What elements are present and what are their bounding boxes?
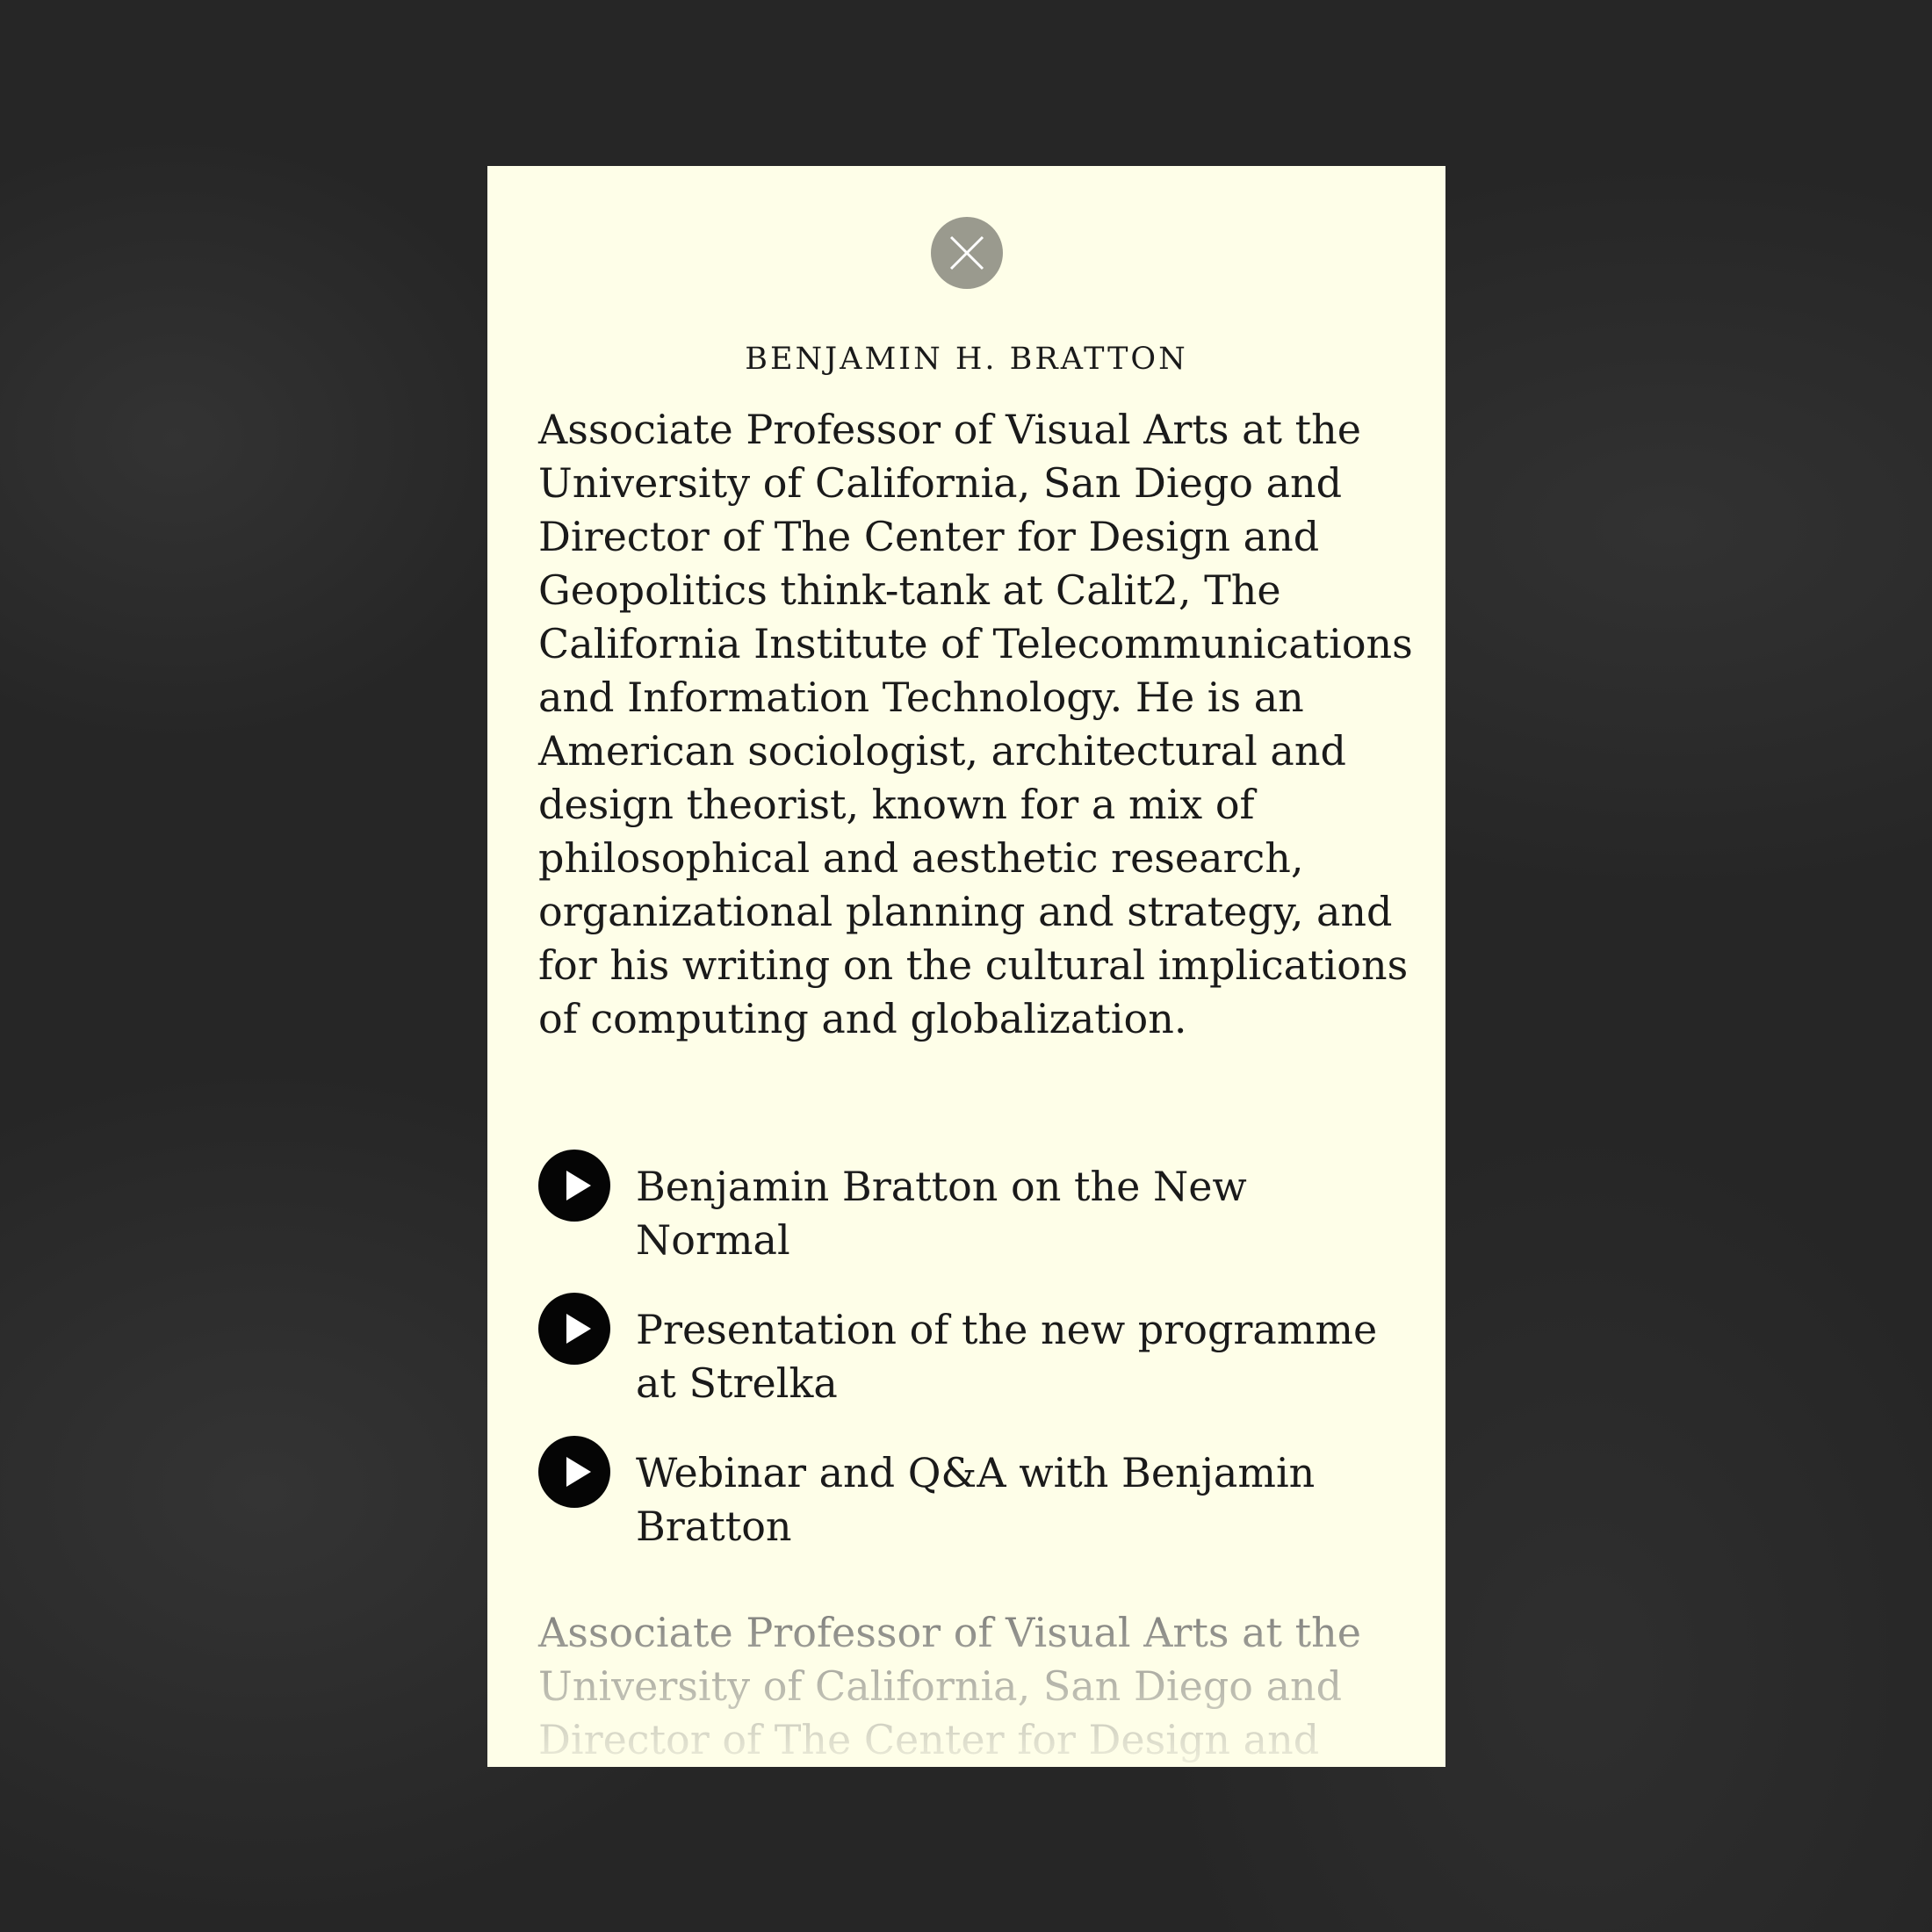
video-title[interactable]: Webinar and Q&A with Benjamin Bratton [636,1446,1409,1554]
play-icon[interactable] [538,1150,610,1222]
close-button[interactable] [931,217,1003,289]
close-icon [949,235,984,270]
video-item-strelka-presentation[interactable]: Presentation of the new programme at Str… [538,1293,1417,1436]
bio-text: Associate Professor of Visual Arts at th… [538,406,1413,1042]
person-name: BENJAMIN H. BRATTON [745,342,1188,377]
video-list: Benjamin Bratton on the New Normal Prese… [538,1150,1417,1579]
play-icon[interactable] [538,1436,610,1508]
bio-modal: BENJAMIN H. BRATTON Associate Professor … [487,166,1445,1767]
video-item-webinar[interactable]: Webinar and Q&A with Benjamin Bratton [538,1436,1417,1579]
bio-text-continued: Associate Professor of Visual Arts at th… [538,1609,1362,1763]
play-icon[interactable] [538,1293,610,1365]
video-title[interactable]: Benjamin Bratton on the New Normal [636,1160,1409,1267]
video-item-new-normal[interactable]: Benjamin Bratton on the New Normal [538,1150,1417,1293]
video-title[interactable]: Presentation of the new programme at Str… [636,1303,1409,1410]
